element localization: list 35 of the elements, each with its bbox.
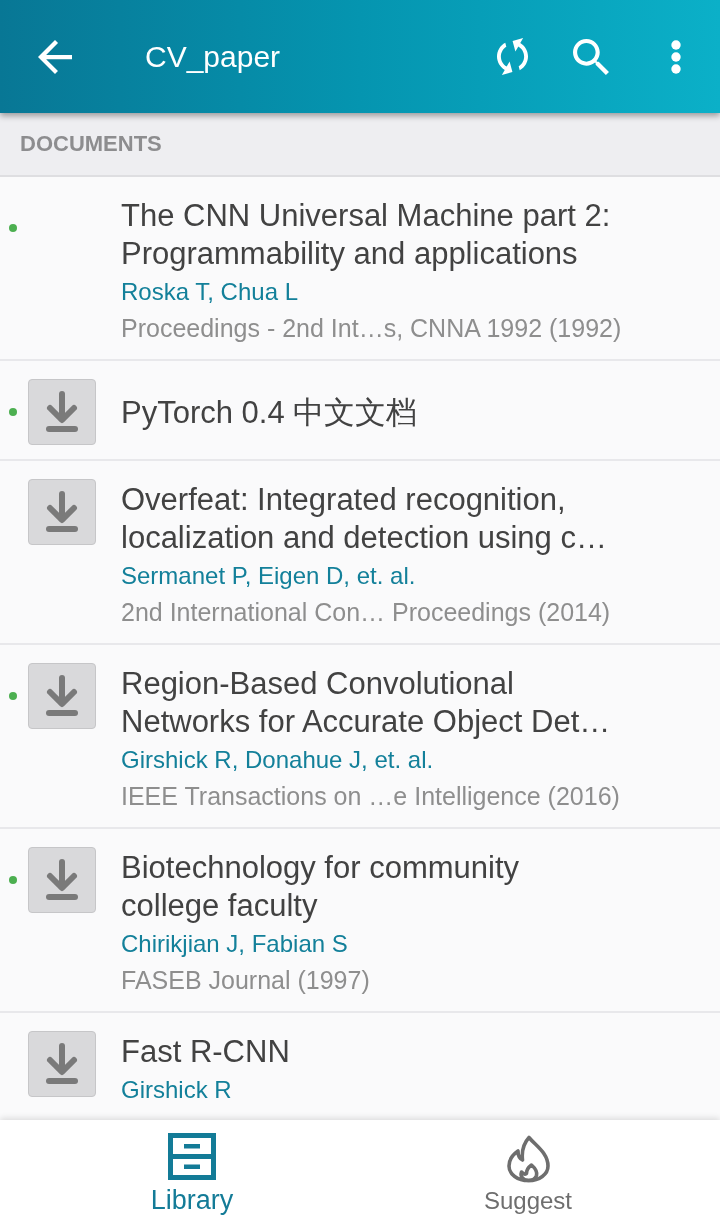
document-source: FASEB Journal (1997)	[121, 965, 371, 996]
download-icon	[45, 859, 79, 901]
download-button[interactable]	[28, 479, 96, 545]
more-icon[interactable]	[671, 39, 681, 74]
document-title: Fast R-CNN	[121, 1033, 291, 1071]
document-title: Overfeat: Integrated recognition, localization and detection using c…	[121, 481, 608, 557]
document-source: 2nd International Con… Proceedings (2014)	[121, 597, 612, 628]
document-authors: Chirikjian J, Fabian S	[121, 929, 349, 959]
download-icon	[45, 1043, 79, 1085]
section-title: DOCUMENTS	[20, 131, 162, 157]
document-title: The CNN Universal Machine part 2: Programmability and applications	[121, 197, 612, 273]
file-cabinet-icon	[168, 1133, 216, 1180]
search-icon[interactable]	[573, 38, 609, 75]
nav-tab[interactable]: Suggest	[360, 1120, 696, 1221]
download-icon	[45, 675, 79, 717]
document-title: Region-Based Convolutional Networks for Accurate Object Det…	[121, 665, 612, 741]
download-icon	[45, 391, 79, 433]
download-button[interactable]	[28, 1031, 96, 1097]
document-title: Biotechnology for community college faculty	[121, 849, 521, 925]
document-title: PyTorch 0.4 中文文档	[121, 394, 419, 432]
nav-tab[interactable]: Library	[24, 1120, 360, 1221]
back-icon[interactable]	[38, 39, 72, 74]
document-authors: Girshick R	[121, 1075, 233, 1105]
flame-icon	[505, 1135, 551, 1183]
download-button[interactable]	[28, 379, 96, 445]
download-icon	[45, 491, 79, 533]
document-source: Proceedings - 2nd Int…s, CNNA 1992 (1992)	[121, 313, 619, 344]
document-authors: Roska T, Chua L	[121, 277, 299, 307]
sync-icon[interactable]	[496, 38, 528, 75]
download-button[interactable]	[28, 847, 96, 913]
screen-title: CV_paper	[145, 39, 282, 74]
document-authors: Girshick R, Donahue J, et. al.	[121, 745, 435, 775]
download-button[interactable]	[28, 663, 96, 729]
document-authors: Sermanet P, Eigen D, et. al.	[121, 561, 417, 591]
document-source: IEEE Transactions on …e Intelligence (2016)	[121, 781, 619, 812]
